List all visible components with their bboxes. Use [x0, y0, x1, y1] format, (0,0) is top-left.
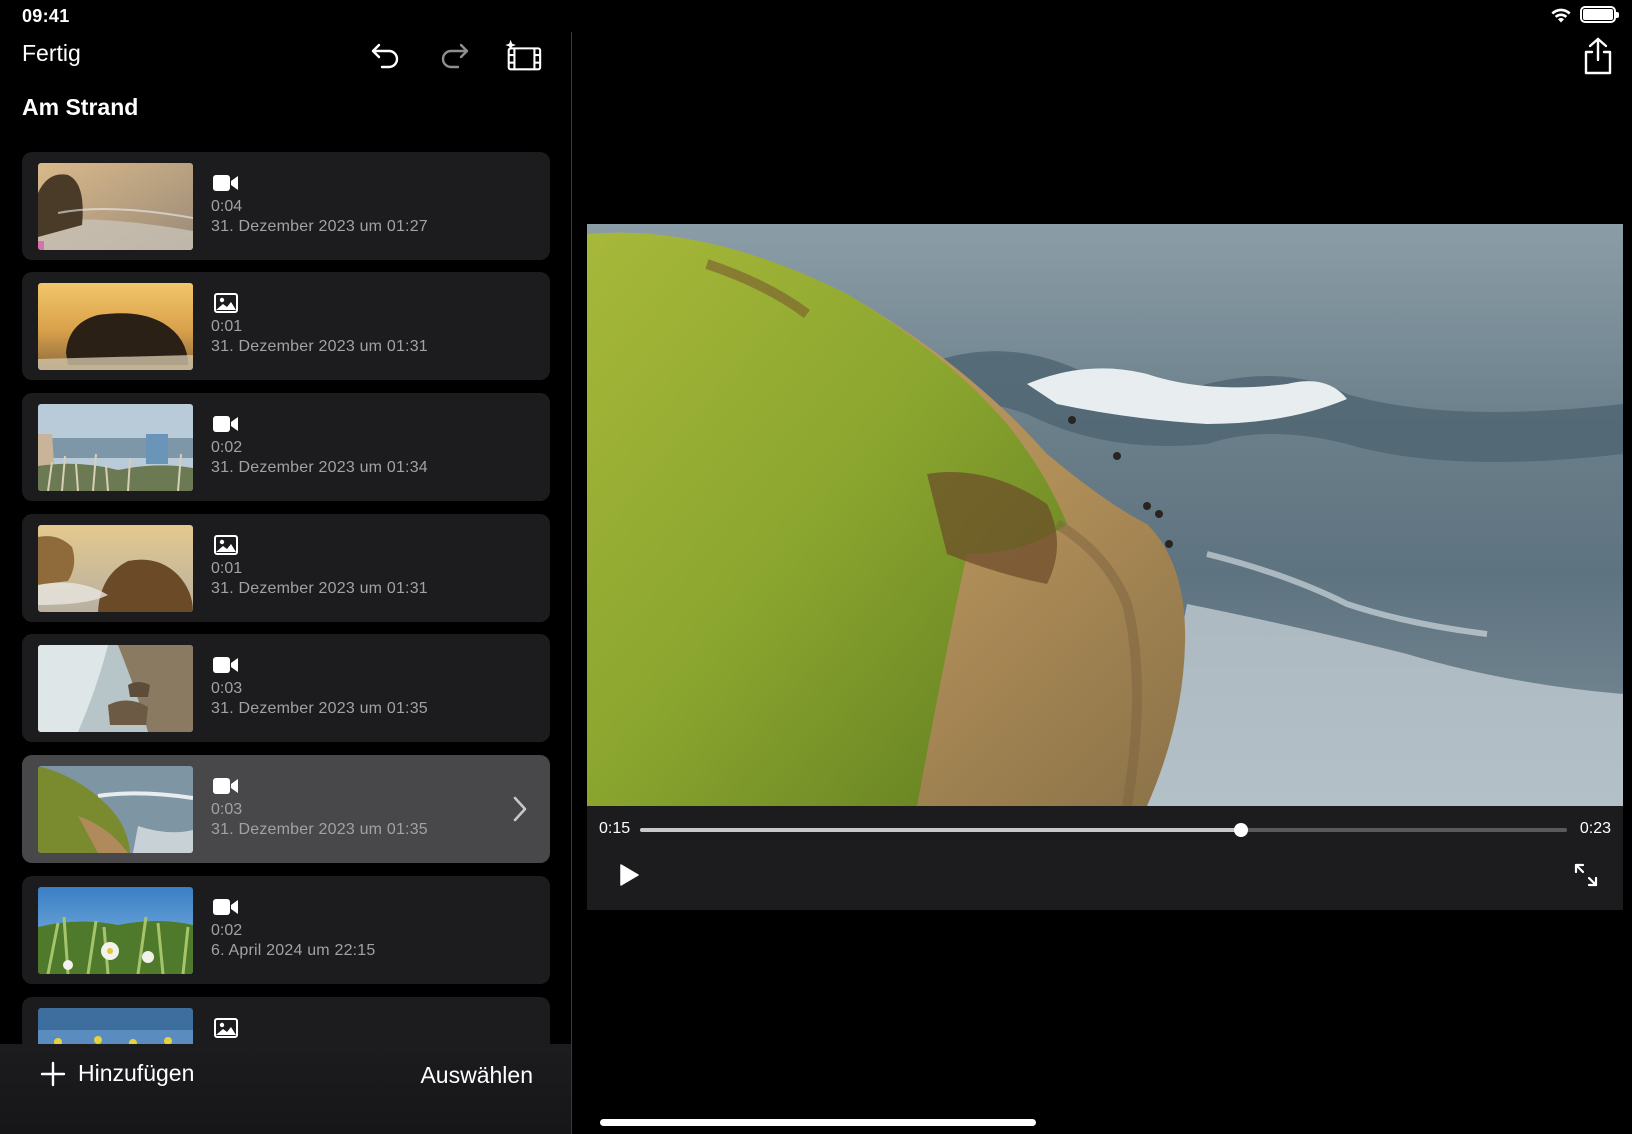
- video-camera-icon: [213, 657, 238, 673]
- clip-list: 0:04 31. Dezember 2023 um 01:27 0:01 31.…: [22, 152, 550, 1044]
- clip-cell[interactable]: 0:03 31. Dezember 2023 um 01:35: [22, 634, 550, 742]
- clip-cell[interactable]: 0:02 6. April 2024 um 22:15: [22, 876, 550, 984]
- clip-thumbnail: [38, 404, 193, 491]
- photo-icon: [214, 1018, 238, 1038]
- scrubber-knob[interactable]: [1233, 823, 1248, 837]
- chevron-right-icon: [513, 796, 527, 822]
- video-camera-icon: [213, 899, 238, 915]
- add-button-label: Hinzufügen: [78, 1060, 195, 1086]
- photo-icon: [214, 535, 238, 555]
- select-button[interactable]: Auswählen: [420, 1062, 533, 1089]
- clip-duration: 0:02: [211, 922, 243, 939]
- fullscreen-icon[interactable]: [1573, 862, 1599, 888]
- current-time: 0:15: [599, 820, 631, 837]
- clip-duration: 0:01: [211, 560, 243, 577]
- clip-duration: 0:01: [211, 318, 243, 335]
- video-camera-icon: [213, 175, 238, 191]
- scrubber-track[interactable]: [640, 823, 1567, 837]
- plus-icon: [40, 1061, 66, 1086]
- photo-icon: [214, 293, 238, 313]
- player-controls: 0:15 0:23: [587, 806, 1623, 910]
- video-camera-icon: [213, 416, 238, 432]
- clip-cell[interactable]: 0:01 31. Dezember 2023 um 01:31: [22, 272, 550, 380]
- clip-duration: 0:04: [211, 198, 243, 215]
- clip-date: 31. Dezember 2023 um 01:35: [211, 700, 428, 717]
- video-preview[interactable]: [587, 224, 1623, 806]
- add-button[interactable]: Hinzufügen: [40, 1060, 194, 1087]
- video-camera-icon: [213, 778, 238, 794]
- clip-duration: 0:02: [211, 439, 243, 456]
- status-icons: [1550, 6, 1619, 23]
- project-title: Am Strand: [22, 94, 139, 120]
- clip-cell[interactable]: 0:04 31. Dezember 2023 um 01:27: [22, 152, 550, 260]
- clip-date: 31. Dezember 2023 um 01:35: [211, 821, 428, 838]
- clip-sidebar: Fertig Am Strand 0:04 31. Dezember 2023 …: [0, 0, 572, 1134]
- total-time: 0:23: [1579, 820, 1611, 837]
- clip-duration: 0:03: [211, 680, 243, 697]
- split-divider[interactable]: [571, 32, 572, 1134]
- clip-cell-selected[interactable]: 0:03 31. Dezember 2023 um 01:35: [22, 755, 550, 863]
- app-window: 09:41 Fertig Am Strand 0:04 31. Dezember…: [0, 0, 1632, 1134]
- clip-thumbnail: [38, 766, 193, 853]
- wifi-icon: [1551, 8, 1571, 22]
- clip-date: 31. Dezember 2023 um 01:34: [211, 459, 428, 476]
- share-icon[interactable]: [1580, 36, 1616, 76]
- redo-icon[interactable]: [434, 36, 474, 76]
- video-frame-image: [587, 224, 1623, 806]
- clip-date: 31. Dezember 2023 um 01:31: [211, 338, 428, 355]
- clip-date: 6. April 2024 um 22:15: [211, 942, 376, 959]
- clip-duration: 0:03: [211, 801, 243, 818]
- clip-thumbnail: [38, 887, 193, 974]
- sidebar-footer: Hinzufügen Auswählen: [0, 1044, 571, 1134]
- clip-date: 31. Dezember 2023 um 01:31: [211, 580, 428, 597]
- battery-icon: [1580, 6, 1619, 23]
- clip-cell[interactable]: [22, 997, 550, 1044]
- done-button[interactable]: Fertig: [22, 40, 81, 67]
- clip-thumbnail: [38, 645, 193, 732]
- undo-icon[interactable]: [366, 36, 406, 76]
- clip-thumbnail: [38, 163, 193, 250]
- magic-movie-icon[interactable]: [503, 36, 543, 76]
- clip-thumbnail: [38, 525, 193, 612]
- clip-cell[interactable]: 0:01 31. Dezember 2023 um 01:31: [22, 514, 550, 622]
- home-indicator: [600, 1119, 1036, 1126]
- scrubber-progress: [640, 828, 1241, 832]
- clip-cell[interactable]: 0:02 31. Dezember 2023 um 01:34: [22, 393, 550, 501]
- clip-thumbnail: [38, 283, 193, 370]
- play-icon[interactable]: [617, 862, 641, 888]
- clip-date: 31. Dezember 2023 um 01:27: [211, 218, 428, 235]
- clip-thumbnail: [38, 1008, 193, 1044]
